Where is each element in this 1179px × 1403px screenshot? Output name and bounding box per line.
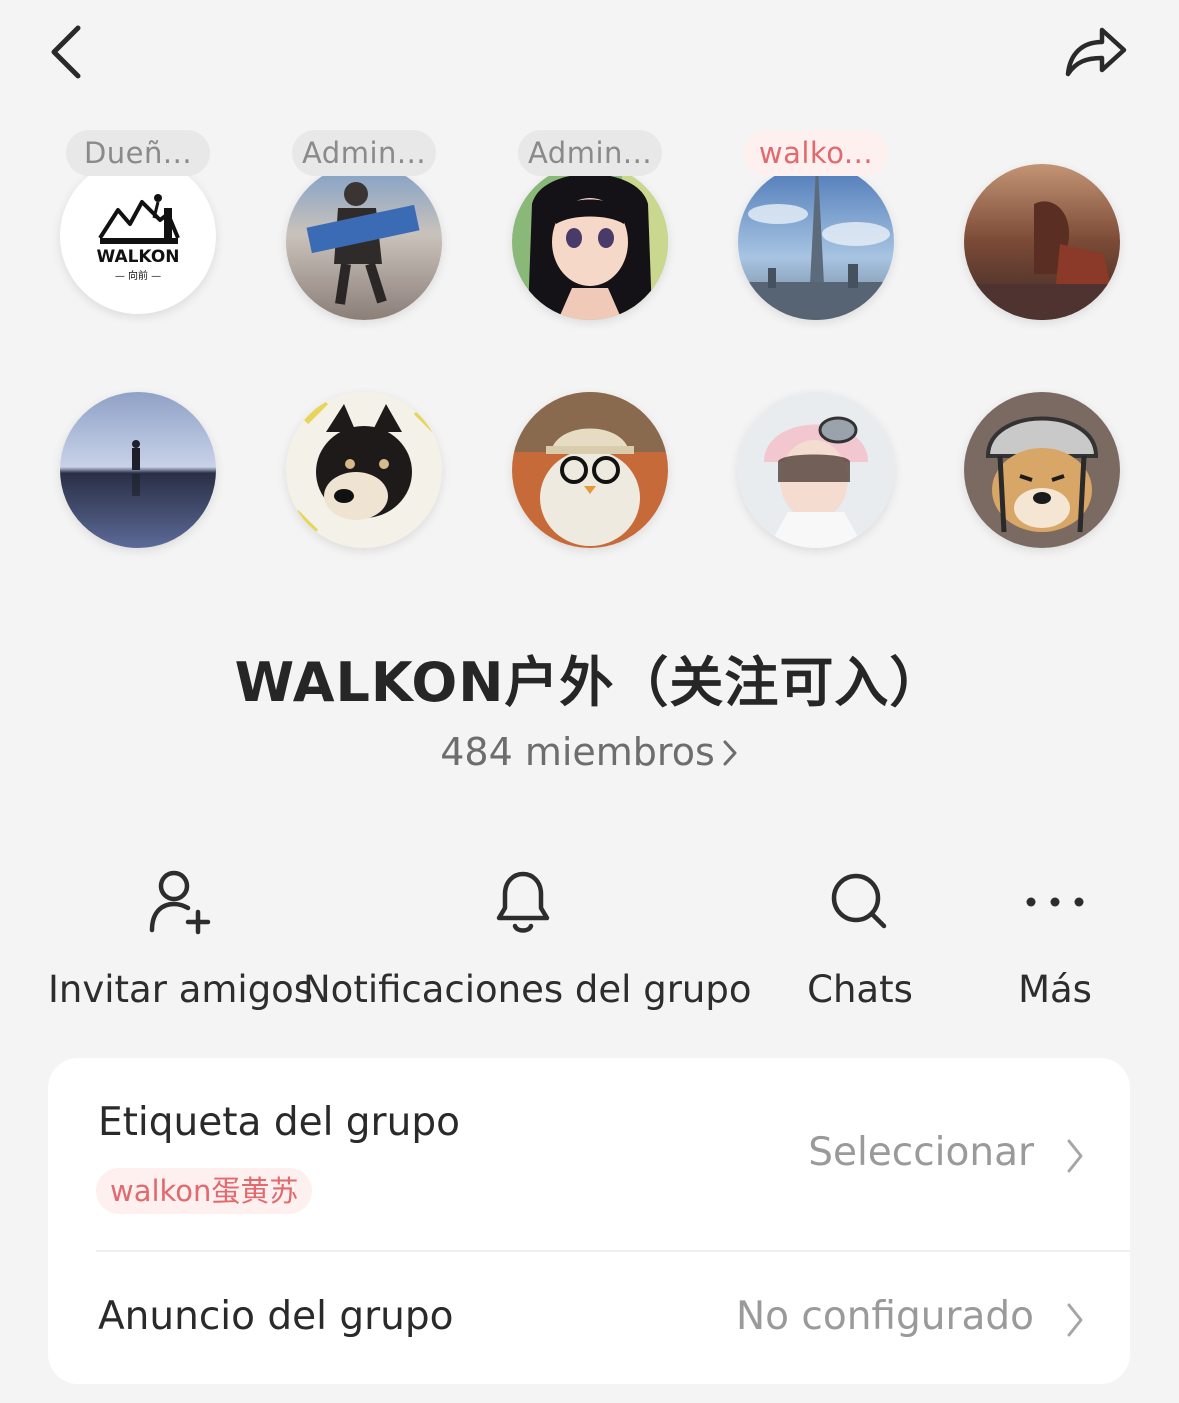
- members-count-link[interactable]: 484 miembros: [0, 730, 1179, 777]
- invite-friends-label: Invitar amigos: [48, 968, 314, 1011]
- member-9[interactable]: [726, 354, 906, 554]
- role-badge: Dueñ...: [66, 130, 210, 176]
- chevron-left-icon: [51, 25, 81, 79]
- back-button[interactable]: [40, 18, 100, 88]
- anime-girl-avatar: [512, 164, 668, 320]
- share-button[interactable]: [1056, 16, 1136, 86]
- group-tag-row[interactable]: Etiqueta del grupo walkon蛋黄苏 Seleccionar: [48, 1058, 1130, 1250]
- lake-reflection-avatar: [60, 392, 216, 548]
- chevron-right-icon: [1067, 1303, 1083, 1337]
- action-bar: Invitar amigos Notificaciones del grupo …: [0, 860, 1179, 1020]
- member-walkon[interactable]: walko...: [726, 126, 906, 326]
- group-name: WALKON户外（关注可入）: [234, 651, 945, 714]
- invite-friends-button[interactable]: Invitar amigos: [48, 860, 314, 1020]
- role-badge: walko...: [744, 130, 888, 176]
- group-tag-value: Seleccionar: [808, 1130, 1034, 1175]
- shiba-puppy-avatar: [286, 392, 442, 548]
- svg-text:— 向前 —: — 向前 —: [115, 269, 161, 282]
- member-5[interactable]: [952, 126, 1132, 326]
- bell-icon: [496, 871, 550, 933]
- group-tag-title: Etiqueta del grupo: [98, 1100, 460, 1145]
- person-holding-banner-avatar: [286, 164, 442, 320]
- role-badge: Admin...: [518, 130, 662, 176]
- members-count-label: 484 miembros: [440, 730, 715, 774]
- search-icon: [831, 873, 887, 929]
- more-label: Más: [1018, 968, 1092, 1011]
- svg-text:WALKON: WALKON: [96, 247, 179, 267]
- group-settings-card: Etiqueta del grupo walkon蛋黄苏 Seleccionar…: [48, 1058, 1130, 1384]
- group-announcement-title: Anuncio del grupo: [98, 1294, 454, 1339]
- share-forward-icon: [1065, 27, 1127, 77]
- member-admin-2[interactable]: Admin...: [500, 126, 680, 326]
- role-badge: Admin...: [292, 130, 436, 176]
- chats-label: Chats: [807, 968, 913, 1011]
- member-7[interactable]: [274, 354, 454, 554]
- group-info-page: Dueñ... WALKON — 向前 — Admin... Admin... …: [0, 0, 1179, 1403]
- member-owner[interactable]: Dueñ... WALKON — 向前 —: [48, 126, 228, 326]
- woman-in-field-avatar: [964, 164, 1120, 320]
- plush-toy-glasses-avatar: [512, 392, 668, 548]
- more-dots-icon: [1026, 897, 1084, 907]
- group-announcement-row[interactable]: Anuncio del grupo No configurado: [48, 1252, 1130, 1384]
- member-8[interactable]: [500, 354, 680, 554]
- chats-search-button[interactable]: Chats: [780, 860, 940, 1020]
- member-10[interactable]: [952, 354, 1132, 554]
- chevron-right-icon: [1067, 1139, 1083, 1173]
- skyscraper-avatar: [738, 164, 894, 320]
- add-user-icon: [149, 870, 211, 935]
- group-notifications-label: Notificaciones del grupo: [303, 968, 752, 1011]
- dog-helmet-avatar: [964, 392, 1120, 548]
- girl-helmet-avatar: [738, 392, 894, 548]
- member-admin-1[interactable]: Admin...: [274, 126, 454, 326]
- group-notifications-button[interactable]: Notificaciones del grupo: [303, 860, 752, 1020]
- chevron-right-icon: [721, 733, 739, 777]
- top-bar: [0, 0, 1179, 110]
- group-announcement-value: No configurado: [735, 1294, 1034, 1339]
- more-button[interactable]: Más: [985, 860, 1125, 1020]
- walkon-logo-avatar: WALKON — 向前 —: [60, 158, 216, 314]
- group-tag-chip: walkon蛋黄苏: [96, 1168, 313, 1214]
- member-6[interactable]: [48, 354, 228, 554]
